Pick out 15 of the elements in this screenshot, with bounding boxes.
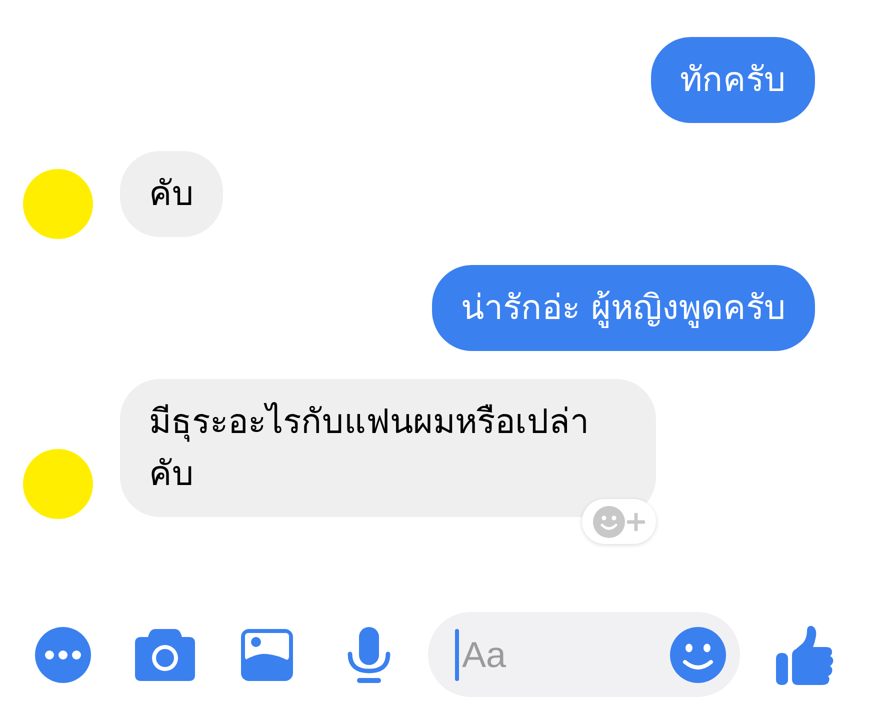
emoji-button[interactable] (670, 626, 726, 682)
message-bubble: คับ (120, 151, 223, 237)
smiley-icon (593, 506, 625, 538)
message-input[interactable]: Aa (459, 634, 670, 676)
message-bubble: ทักครับ (651, 37, 815, 123)
message-field[interactable]: Aa (428, 612, 740, 697)
plus-icon (627, 512, 645, 530)
thumbs-up-icon (776, 624, 834, 684)
camera-icon (135, 628, 195, 680)
more-icon (35, 626, 91, 682)
smiley-icon (670, 626, 726, 682)
microphone-icon (347, 626, 391, 682)
message-bubble: น่ารักอ่ะ ผู้หญิงพูดครับ (432, 265, 815, 351)
text-cursor-icon (455, 628, 459, 680)
image-icon (241, 628, 293, 680)
